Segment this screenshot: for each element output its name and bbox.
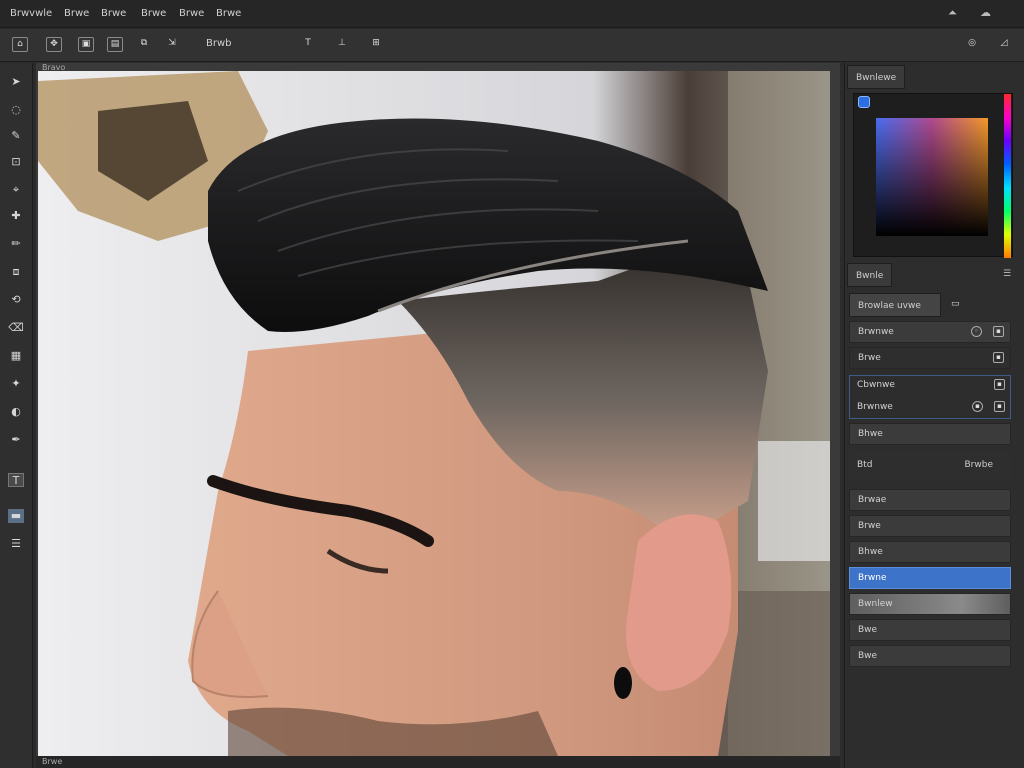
- crop-tool-icon[interactable]: ⊡: [8, 155, 24, 169]
- property-row[interactable]: Brwnwe ◦ ▪: [849, 321, 1011, 343]
- property-label: Brwnwe: [858, 327, 894, 337]
- save-icon[interactable]: ▣: [78, 37, 94, 52]
- layer-row-selected[interactable]: Brwne: [849, 567, 1011, 589]
- panel-menu-icon[interactable]: ☰: [1003, 269, 1011, 279]
- options-bar: ⌂ ✥ ▣ ▤ ⧉ ⇲ Brwb T ⊥ ⊞ ◎ ◿: [0, 29, 1024, 62]
- brush-tool-icon[interactable]: ✏: [8, 237, 24, 251]
- crop-icon[interactable]: ⊞: [368, 37, 384, 52]
- move-icon[interactable]: ✥: [46, 37, 62, 52]
- workspace-icon[interactable]: ◿: [996, 37, 1012, 52]
- layer-row[interactable]: Brwe: [849, 515, 1011, 537]
- hue-slider[interactable]: [1004, 94, 1011, 258]
- layer-row[interactable]: Brwae: [849, 489, 1011, 511]
- layer-row[interactable]: Bwe: [849, 619, 1011, 641]
- layer-row[interactable]: Bwnlew: [849, 593, 1011, 615]
- gradient-tool-icon[interactable]: ▦: [8, 349, 24, 363]
- status-text: Brwe: [42, 757, 63, 766]
- layer-row[interactable]: Bwe: [849, 645, 1011, 667]
- dodge-tool-icon[interactable]: ◐: [8, 405, 24, 419]
- document-image[interactable]: [38, 71, 830, 756]
- transform-icon[interactable]: ⧉: [136, 37, 152, 52]
- panel-option-icon[interactable]: ▭: [951, 299, 960, 309]
- align-icon[interactable]: ⊥: [334, 37, 350, 52]
- toolbox: ➤ ◌ ✎ ⊡ ⌖ ✚ ✏ ⧈ ⟲ ⌫ ▦ ✦ ◐ ✒ T ▬ ☰: [0, 63, 33, 768]
- eyedropper-tool-icon[interactable]: ⌖: [8, 183, 24, 197]
- layer-label: Brwae: [858, 495, 887, 505]
- layer-label: Bhwe: [858, 547, 883, 557]
- lock-icon[interactable]: ▤: [107, 37, 123, 52]
- visibility-icon[interactable]: ▪: [994, 401, 1005, 412]
- move-tool-icon[interactable]: ➤: [8, 75, 24, 89]
- layer-label: Brwe: [858, 521, 881, 531]
- marquee-tool-icon[interactable]: ◌: [8, 103, 24, 117]
- menu-bar: Brwvwle Brwe Brwe Brwe Brwe Brwe ⏶ ☁: [0, 0, 1024, 28]
- layer-label: Bwnlew: [858, 599, 893, 609]
- menu-item-filter[interactable]: Brwe: [216, 8, 241, 19]
- zoom-icon[interactable]: ☁: [980, 6, 991, 19]
- property-row[interactable]: Brwnwe ▪ ▪: [849, 397, 1011, 419]
- shape-tool-icon[interactable]: ▬: [8, 509, 24, 523]
- property-label: Cbwnwe: [857, 380, 895, 390]
- portrait-photo: [38, 71, 830, 756]
- layers-header[interactable]: Browlae uvwe: [849, 293, 941, 317]
- layer-label: Bwe: [858, 651, 878, 661]
- pen-tool-icon[interactable]: ✒: [8, 433, 24, 447]
- layer-label: Bwe: [858, 625, 878, 635]
- type-tool-icon[interactable]: T: [8, 473, 24, 487]
- healing-tool-icon[interactable]: ✚: [8, 209, 24, 223]
- status-bar: Brwe: [36, 756, 840, 768]
- canvas-area[interactable]: Bravo: [36, 63, 840, 768]
- blur-tool-icon[interactable]: ✦: [8, 377, 24, 391]
- menu-item-image[interactable]: Brwe: [101, 8, 126, 19]
- eraser-tool-icon[interactable]: ⌫: [8, 321, 24, 335]
- menu-item-edit[interactable]: Brwe: [64, 8, 89, 19]
- minimize-icon[interactable]: ⏶: [948, 6, 957, 20]
- arrange-icon[interactable]: ⇲: [164, 37, 180, 52]
- link-icon[interactable]: ◦: [971, 326, 982, 337]
- lock-icon[interactable]: ▪: [993, 326, 1004, 337]
- tab-layers[interactable]: Bwnle: [847, 263, 893, 287]
- property-label: Brwe: [858, 353, 881, 363]
- hand-tool-icon[interactable]: ☰: [8, 537, 24, 551]
- menu-item-select[interactable]: Brwe: [179, 8, 204, 19]
- right-panel: Bwnlewe Bwnle ☰ Browlae uvwe ▭ Brwnwe ◦ …: [844, 63, 1024, 768]
- settings-icon[interactable]: ◎: [964, 37, 980, 52]
- menu-item-layer[interactable]: Brwe: [141, 8, 166, 19]
- opacity-label: Btd: [857, 460, 873, 470]
- opacity-value[interactable]: Brwbe: [965, 451, 994, 479]
- property-row[interactable]: Brwe ▪: [849, 347, 1011, 369]
- option-label[interactable]: Brwb: [206, 38, 232, 49]
- visibility-icon[interactable]: ▪: [994, 379, 1005, 390]
- property-label: Bhwe: [858, 429, 883, 439]
- lock-icon[interactable]: ▪: [972, 401, 983, 412]
- tab-color[interactable]: Bwnlewe: [847, 65, 906, 89]
- layer-label: Brwne: [858, 573, 887, 583]
- text-icon[interactable]: T: [300, 37, 316, 52]
- opacity-row[interactable]: Btd Brwbe: [849, 451, 1011, 481]
- menu-item-file[interactable]: Brwvwle: [10, 8, 52, 19]
- home-icon[interactable]: ⌂: [12, 37, 28, 52]
- history-tool-icon[interactable]: ⟲: [8, 293, 24, 307]
- stamp-tool-icon[interactable]: ⧈: [8, 265, 24, 279]
- color-picker[interactable]: [853, 93, 1013, 258]
- property-label: Brwnwe: [857, 402, 893, 412]
- foreground-swatch[interactable]: [858, 96, 870, 108]
- property-row[interactable]: Bhwe: [849, 423, 1011, 445]
- saturation-field[interactable]: [876, 118, 988, 236]
- visibility-icon[interactable]: ▪: [993, 352, 1004, 363]
- property-row[interactable]: Cbwnwe ▪: [849, 375, 1011, 397]
- lasso-tool-icon[interactable]: ✎: [8, 129, 24, 143]
- layer-row[interactable]: Bhwe: [849, 541, 1011, 563]
